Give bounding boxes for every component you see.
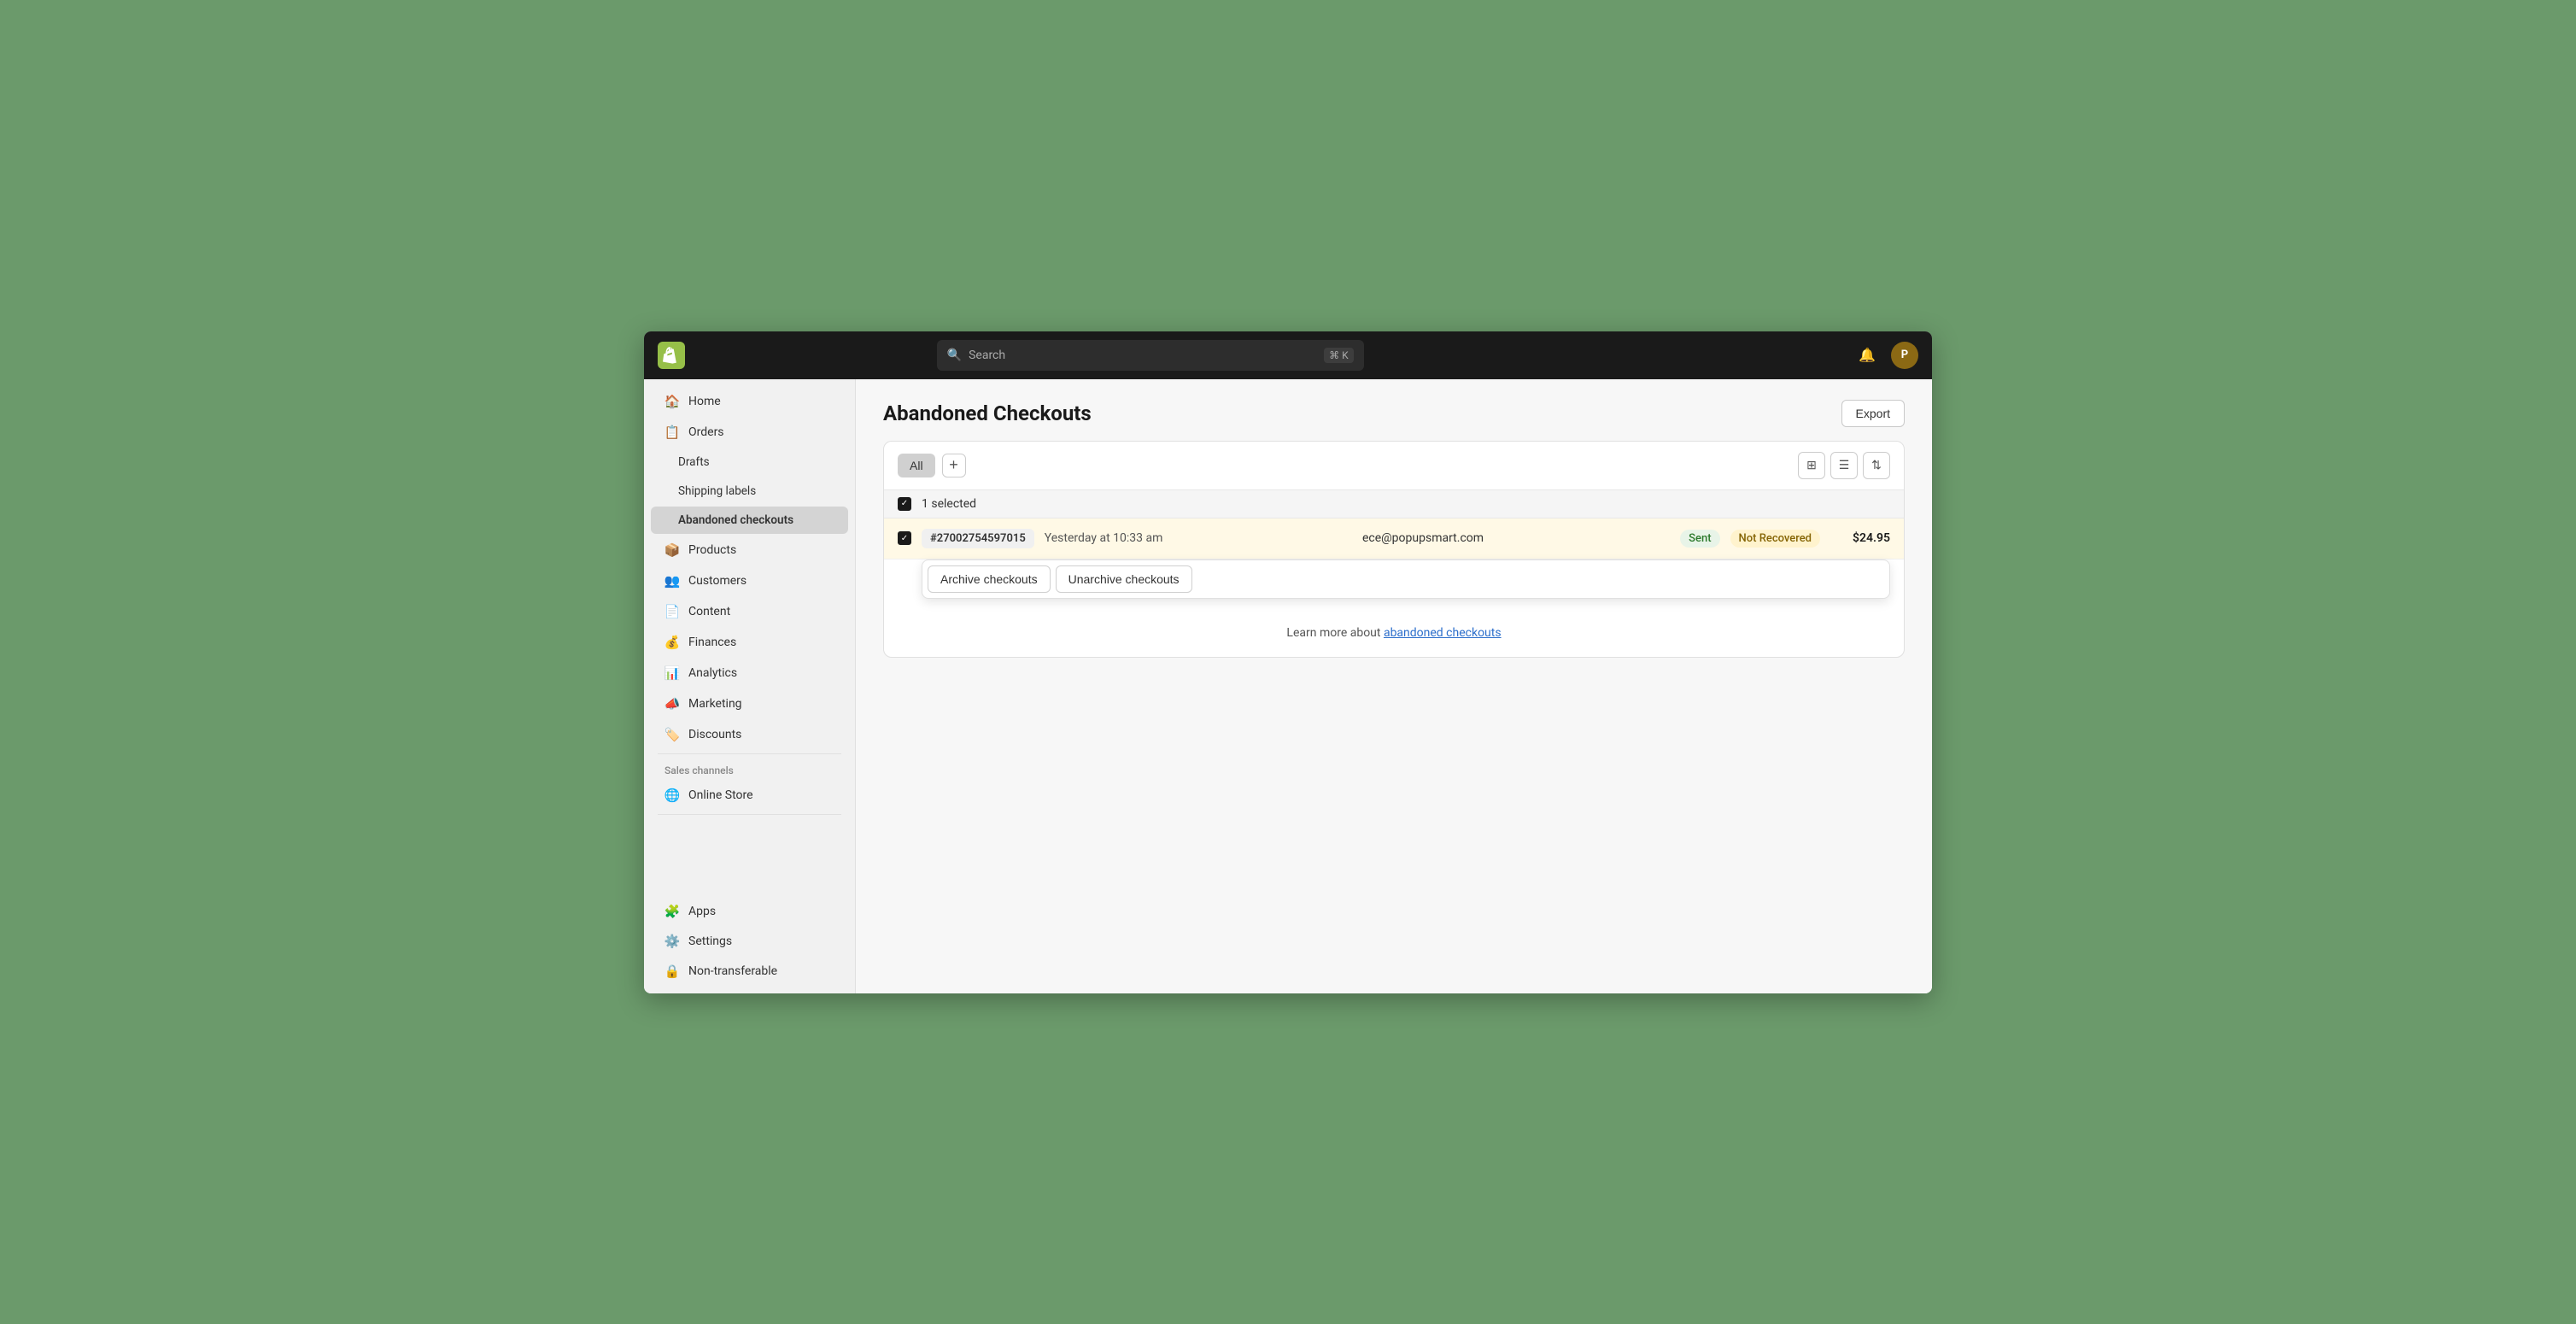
avatar[interactable]: P	[1891, 342, 1918, 369]
sidebar: 🏠 Home 📋 Orders Drafts Shipping labels A…	[644, 379, 856, 993]
orders-icon: 📋	[664, 425, 680, 440]
unarchive-checkouts-button[interactable]: Unarchive checkouts	[1056, 565, 1192, 593]
shopify-logo	[658, 342, 685, 369]
selected-banner: 1 selected	[884, 490, 1904, 518]
page-title: Abandoned Checkouts	[883, 401, 1092, 425]
shopify-logo-icon	[658, 342, 685, 369]
filter-button[interactable]: ☰	[1830, 452, 1858, 479]
page-header: Abandoned Checkouts Export	[883, 400, 1905, 427]
content-icon: 📄	[664, 604, 680, 619]
sidebar-item-online-store[interactable]: 🌐 Online Store	[651, 781, 848, 810]
abandoned-checkouts-link[interactable]: abandoned checkouts	[1384, 626, 1502, 640]
sidebar-item-label: Non-transferable	[688, 964, 777, 978]
export-button[interactable]: Export	[1841, 400, 1905, 427]
table-toolbar-right: ⊞ ☰ ⇅	[1798, 452, 1890, 479]
marketing-icon: 📣	[664, 696, 680, 712]
topbar-right: 🔔 P	[1853, 342, 1918, 369]
products-icon: 📦	[664, 542, 680, 558]
content-area: Abandoned Checkouts Export All + ⊞ ☰ ⇅	[856, 379, 1932, 993]
sidebar-item-customers[interactable]: 👥 Customers	[651, 566, 848, 595]
row-amount: $24.95	[1830, 531, 1890, 545]
sidebar-item-label: Finances	[688, 636, 736, 649]
sidebar-item-drafts[interactable]: Drafts	[651, 448, 848, 476]
sidebar-item-finances[interactable]: 💰 Finances	[651, 628, 848, 657]
sidebar-item-label: Shipping labels	[678, 484, 756, 498]
search-placeholder: Search	[969, 349, 1005, 362]
finances-icon: 💰	[664, 635, 680, 650]
sidebar-item-analytics[interactable]: 📊 Analytics	[651, 659, 848, 688]
customers-icon: 👥	[664, 573, 680, 589]
sidebar-item-marketing[interactable]: 📣 Marketing	[651, 689, 848, 718]
sidebar-item-label: Products	[688, 543, 736, 557]
topbar: 🔍 Search ⌘ K 🔔 P	[644, 331, 1932, 379]
sidebar-item-discounts[interactable]: 🏷️ Discounts	[651, 720, 848, 749]
sidebar-item-label: Content	[688, 605, 730, 618]
sidebar-item-label: Customers	[688, 574, 746, 588]
grid-view-button[interactable]: ⊞	[1798, 452, 1825, 479]
context-menu: Archive checkouts Unarchive checkouts	[922, 559, 1890, 599]
sidebar-item-label: Analytics	[688, 666, 737, 680]
search-shortcut: ⌘ K	[1324, 348, 1354, 363]
sidebar-item-label: Home	[688, 395, 721, 408]
online-store-icon: 🌐	[664, 788, 680, 803]
sidebar-item-label: Orders	[688, 425, 724, 439]
sidebar-item-label: Abandoned checkouts	[678, 513, 793, 527]
status-recovery-badge: Not Recovered	[1730, 530, 1820, 548]
discounts-icon: 🏷️	[664, 727, 680, 742]
main-layout: 🏠 Home 📋 Orders Drafts Shipping labels A…	[644, 379, 1932, 993]
notification-bell-button[interactable]: 🔔	[1853, 342, 1881, 369]
sidebar-item-orders[interactable]: 📋 Orders	[651, 418, 848, 447]
status-sent-badge: Sent	[1680, 530, 1719, 548]
sidebar-item-label: Apps	[688, 905, 716, 918]
sidebar-item-label: Marketing	[688, 697, 742, 711]
sidebar-item-products[interactable]: 📦 Products	[651, 536, 848, 565]
sidebar-bottom: 🧩 Apps ⚙️ Settings 🔒 Non-transferable	[644, 896, 855, 987]
search-icon: 🔍	[947, 349, 962, 362]
table-toolbar: All + ⊞ ☰ ⇅	[884, 442, 1904, 490]
search-bar[interactable]: 🔍 Search ⌘ K	[937, 340, 1364, 371]
row-email: ece@popupsmart.com	[1362, 531, 1670, 545]
apps-icon: 🧩	[664, 904, 680, 919]
home-icon: 🏠	[664, 394, 680, 409]
sidebar-item-home[interactable]: 🏠 Home	[651, 387, 848, 416]
select-all-checkbox[interactable]	[898, 497, 911, 511]
archive-checkouts-button[interactable]: Archive checkouts	[928, 565, 1051, 593]
sales-channels-label: Sales channels	[644, 758, 855, 780]
sidebar-item-abandoned-checkouts[interactable]: Abandoned checkouts	[651, 507, 848, 534]
add-filter-button[interactable]: +	[942, 454, 966, 477]
table-row: #27002754597015 Yesterday at 10:33 am ec…	[884, 518, 1904, 559]
sidebar-item-label: Settings	[688, 934, 732, 948]
tab-all[interactable]: All	[898, 454, 935, 477]
sidebar-item-label: Drafts	[678, 455, 710, 469]
row-date: Yesterday at 10:33 am	[1045, 531, 1352, 545]
sidebar-item-label: Online Store	[688, 788, 753, 802]
sidebar-item-content[interactable]: 📄 Content	[651, 597, 848, 626]
learn-more-section: Learn more about abandoned checkouts	[884, 609, 1904, 657]
sidebar-item-non-transferable[interactable]: 🔒 Non-transferable	[651, 957, 848, 986]
sidebar-item-apps[interactable]: 🧩 Apps	[651, 897, 848, 926]
analytics-icon: 📊	[664, 665, 680, 681]
sidebar-divider	[658, 753, 841, 754]
table-card: All + ⊞ ☰ ⇅ 1 selected #2700275459	[883, 441, 1905, 658]
row-checkbox[interactable]	[898, 531, 911, 545]
sidebar-item-shipping-labels[interactable]: Shipping labels	[651, 477, 848, 505]
checkout-id-link[interactable]: #27002754597015	[922, 529, 1034, 548]
sidebar-item-settings[interactable]: ⚙️ Settings	[651, 927, 848, 956]
lock-icon: 🔒	[664, 964, 680, 979]
settings-icon: ⚙️	[664, 934, 680, 949]
selected-count: 1 selected	[922, 497, 976, 511]
sidebar-item-label: Discounts	[688, 728, 741, 741]
sidebar-divider-2	[658, 814, 841, 815]
sort-button[interactable]: ⇅	[1863, 452, 1890, 479]
learn-more-text: Learn more about	[1286, 626, 1384, 640]
